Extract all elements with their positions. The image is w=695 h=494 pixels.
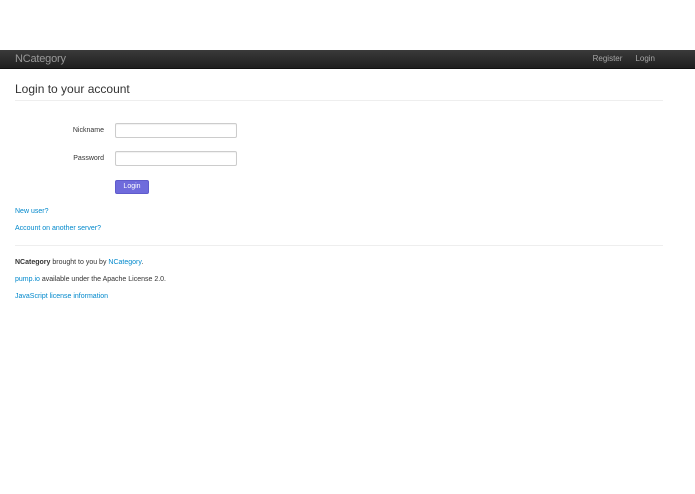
footer-divider (15, 245, 663, 246)
pumpio-link[interactable]: pump.io (15, 276, 40, 283)
other-server-link[interactable]: Account on another server? (15, 224, 101, 234)
nickname-input[interactable] (115, 123, 237, 138)
navbar-links: Register Login (593, 50, 655, 68)
footer-brand: NCategory (15, 259, 51, 266)
footer-license: pump.io available under the Apache Licen… (15, 275, 166, 285)
footer-credits-end: . (141, 259, 144, 266)
brand-link[interactable]: NCategory (15, 50, 66, 68)
footer-credits-text: brought to you by (50, 259, 109, 266)
new-user-link[interactable]: New user? (15, 207, 48, 217)
footer-js-license: JavaScript license information (15, 292, 108, 302)
password-input[interactable] (115, 151, 237, 166)
footer-credits: NCategory brought to you by NCategory. (15, 258, 143, 268)
password-label: Password (73, 155, 104, 162)
password-row: Password (15, 151, 315, 167)
title-divider (15, 100, 663, 101)
footer-ncategory-link[interactable]: NCategory (108, 259, 141, 266)
top-navbar: NCategory Register Login (0, 50, 695, 69)
page-title: Login to your account (15, 82, 130, 96)
footer-license-text: available under the Apache License 2.0. (39, 276, 166, 283)
register-link[interactable]: Register (593, 50, 623, 68)
nickname-label: Nickname (72, 127, 104, 134)
login-nav-link[interactable]: Login (635, 50, 655, 68)
login-button[interactable]: Login (115, 180, 149, 194)
js-license-link[interactable]: JavaScript license information (15, 293, 108, 300)
nickname-row: Nickname (15, 123, 315, 139)
